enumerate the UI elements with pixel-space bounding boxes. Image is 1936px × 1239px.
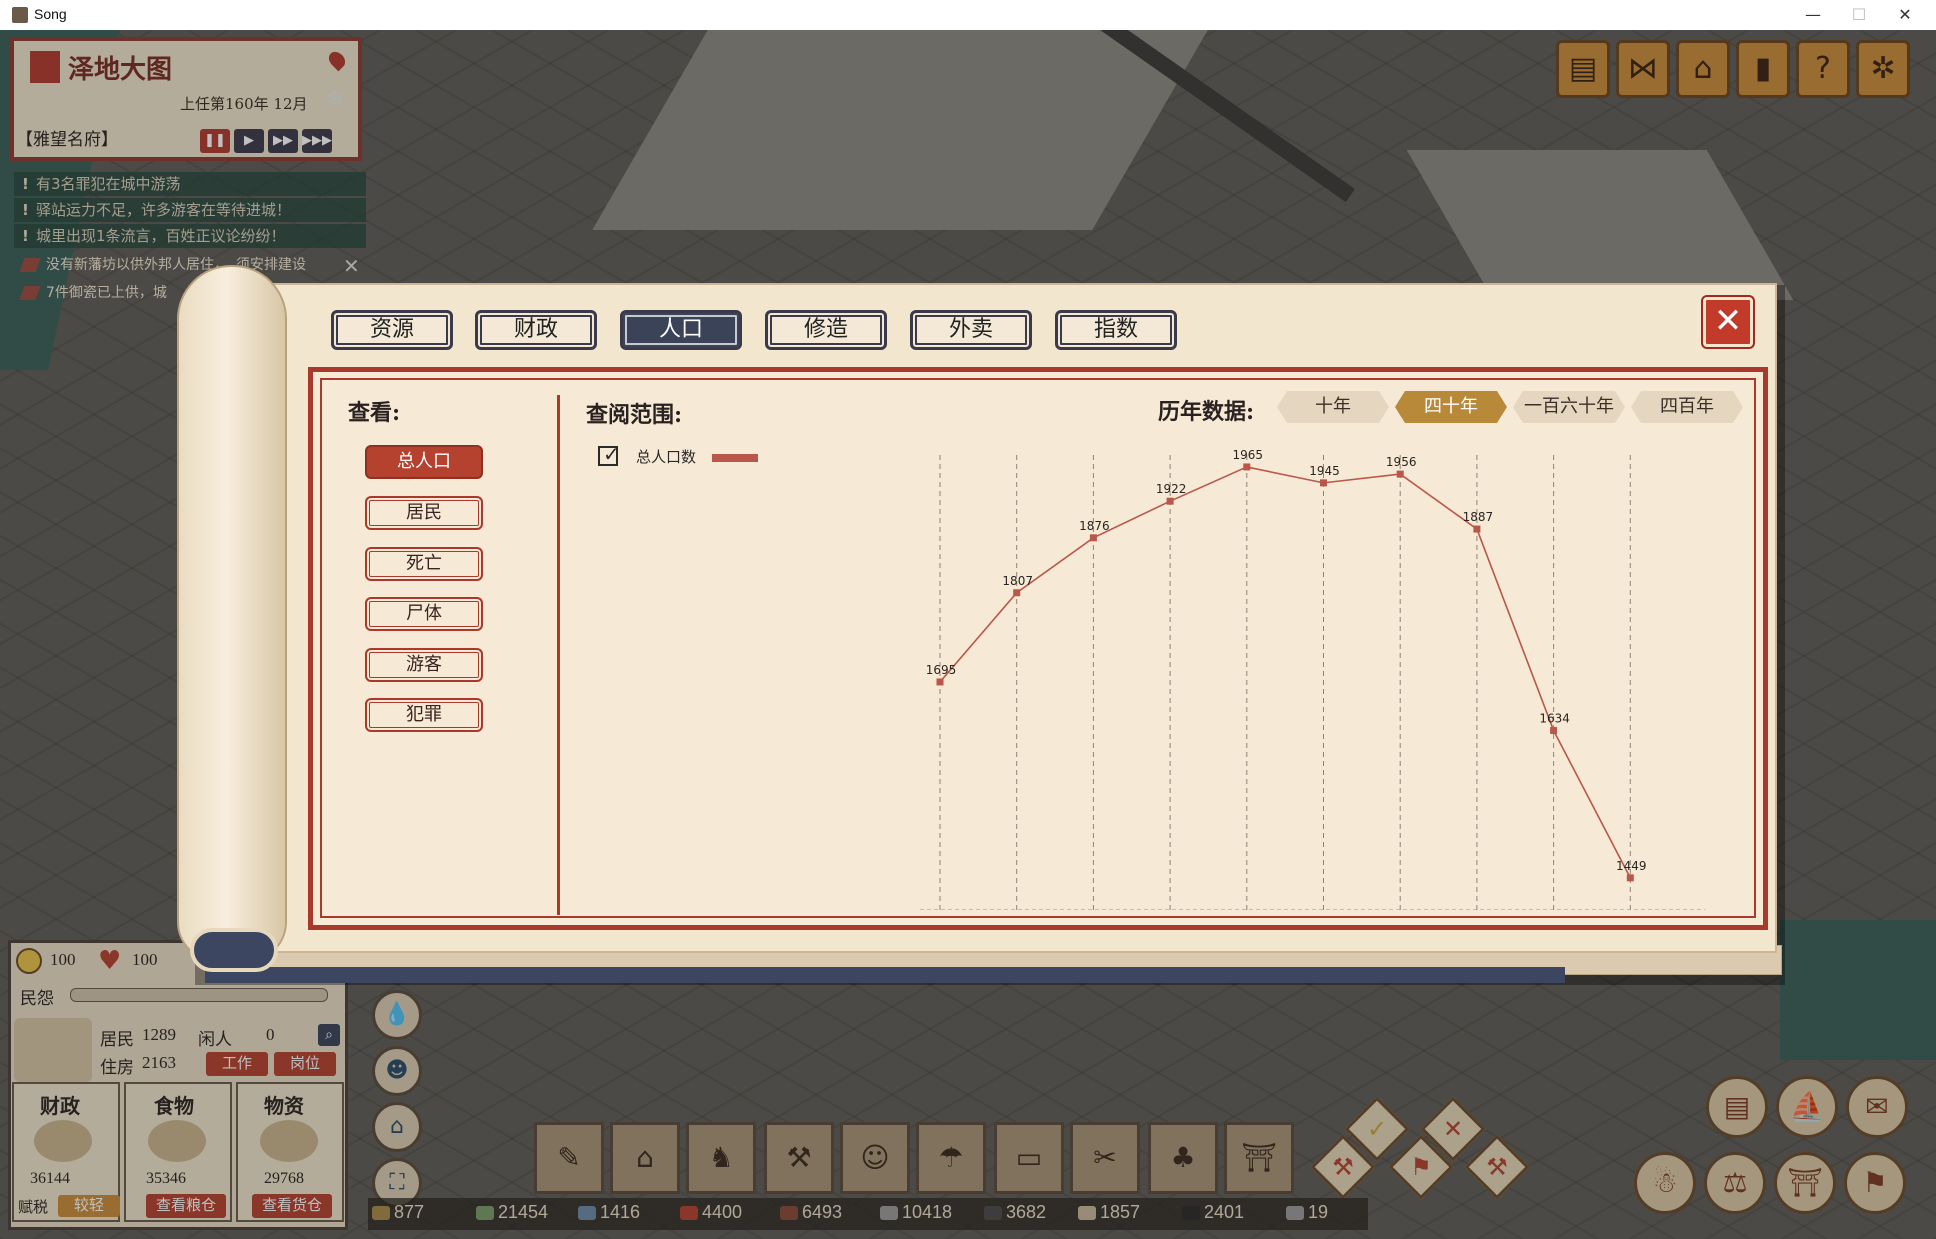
close-window-button[interactable]: ✕ <box>1882 0 1928 30</box>
series-legend-label: 总人口数 <box>636 448 697 466</box>
data-point <box>1013 589 1021 597</box>
book-spine-scroll <box>177 265 287 962</box>
data-label: 1695 <box>926 663 957 677</box>
data-label: 1965 <box>1233 448 1264 462</box>
range-160-years[interactable]: 一百六十年 <box>1513 391 1625 423</box>
category-deaths[interactable]: 死亡 <box>365 547 483 581</box>
maximize-button[interactable]: ☐ <box>1836 0 1882 30</box>
minimize-button[interactable]: — <box>1790 0 1836 30</box>
data-label: 1634 <box>1539 712 1570 726</box>
series-checkbox[interactable]: ✓ <box>598 442 620 466</box>
book-cover <box>205 967 1565 983</box>
history-label: 历年数据: <box>1158 399 1255 425</box>
panel-divider <box>557 395 560 915</box>
scroll-end-cap <box>190 928 278 972</box>
category-crime[interactable]: 犯罪 <box>365 698 483 732</box>
data-label: 1945 <box>1309 464 1340 478</box>
data-point <box>1320 479 1327 487</box>
app-icon <box>12 7 28 23</box>
data-label: 1876 <box>1079 519 1110 533</box>
tab-trade[interactable]: 外卖 <box>910 310 1032 350</box>
data-point <box>936 678 944 686</box>
tab-finance[interactable]: 财政 <box>475 310 597 350</box>
close-dialog-icon[interactable]: ✕ <box>1703 297 1753 347</box>
data-label: 1807 <box>1002 574 1033 588</box>
data-label: 1956 <box>1386 455 1417 469</box>
range-ten-years[interactable]: 十年 <box>1277 391 1389 423</box>
range-label: 查阅范围: <box>586 402 683 428</box>
category-total-population[interactable]: 总人口 <box>365 445 483 479</box>
range-forty-years[interactable]: 四十年 <box>1395 391 1507 423</box>
tab-resources[interactable]: 资源 <box>331 310 453 350</box>
tab-index[interactable]: 指数 <box>1055 310 1177 350</box>
category-corpses[interactable]: 尸体 <box>365 597 483 631</box>
population-line-chart: 第121年第125年第129年第133年第137年第141年第145年第149年… <box>920 448 1706 910</box>
data-label: 1922 <box>1156 482 1187 496</box>
data-label: 1887 <box>1463 510 1494 524</box>
series-legend-swatch <box>712 454 758 462</box>
series-line <box>939 466 1632 879</box>
data-point <box>1626 874 1634 882</box>
data-point <box>1089 534 1097 542</box>
checkmark-icon: ✓ <box>603 442 620 466</box>
window-title: Song <box>34 6 67 22</box>
data-point <box>1473 525 1481 533</box>
view-label: 查看: <box>348 400 401 426</box>
range-400-years[interactable]: 四百年 <box>1631 391 1743 423</box>
tab-construction[interactable]: 修造 <box>765 310 887 350</box>
data-point <box>1166 497 1174 505</box>
tab-population[interactable]: 人口 <box>620 310 742 350</box>
data-label: 1449 <box>1616 859 1647 873</box>
data-point <box>1396 470 1404 478</box>
window-titlebar: Song — ☐ ✕ <box>0 0 1936 31</box>
data-point <box>1550 727 1558 735</box>
data-point <box>1243 463 1251 471</box>
category-visitors[interactable]: 游客 <box>365 648 483 682</box>
category-residents[interactable]: 居民 <box>365 496 483 530</box>
